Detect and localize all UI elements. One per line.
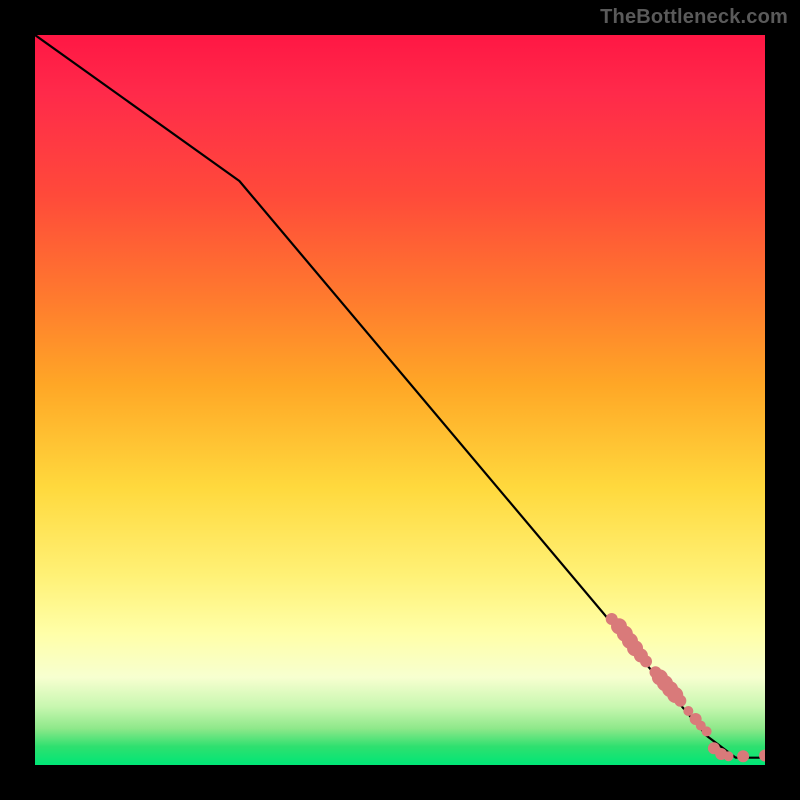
data-point xyxy=(702,726,712,736)
data-markers xyxy=(606,613,765,762)
chart-frame: TheBottleneck.com xyxy=(0,0,800,800)
chart-line xyxy=(35,35,765,758)
data-point xyxy=(737,750,749,762)
data-point xyxy=(759,750,765,762)
plot-area xyxy=(35,35,765,765)
data-point xyxy=(674,695,686,707)
data-point xyxy=(724,751,734,761)
chart-svg xyxy=(35,35,765,765)
data-point xyxy=(640,655,652,667)
watermark-text: TheBottleneck.com xyxy=(600,6,788,29)
